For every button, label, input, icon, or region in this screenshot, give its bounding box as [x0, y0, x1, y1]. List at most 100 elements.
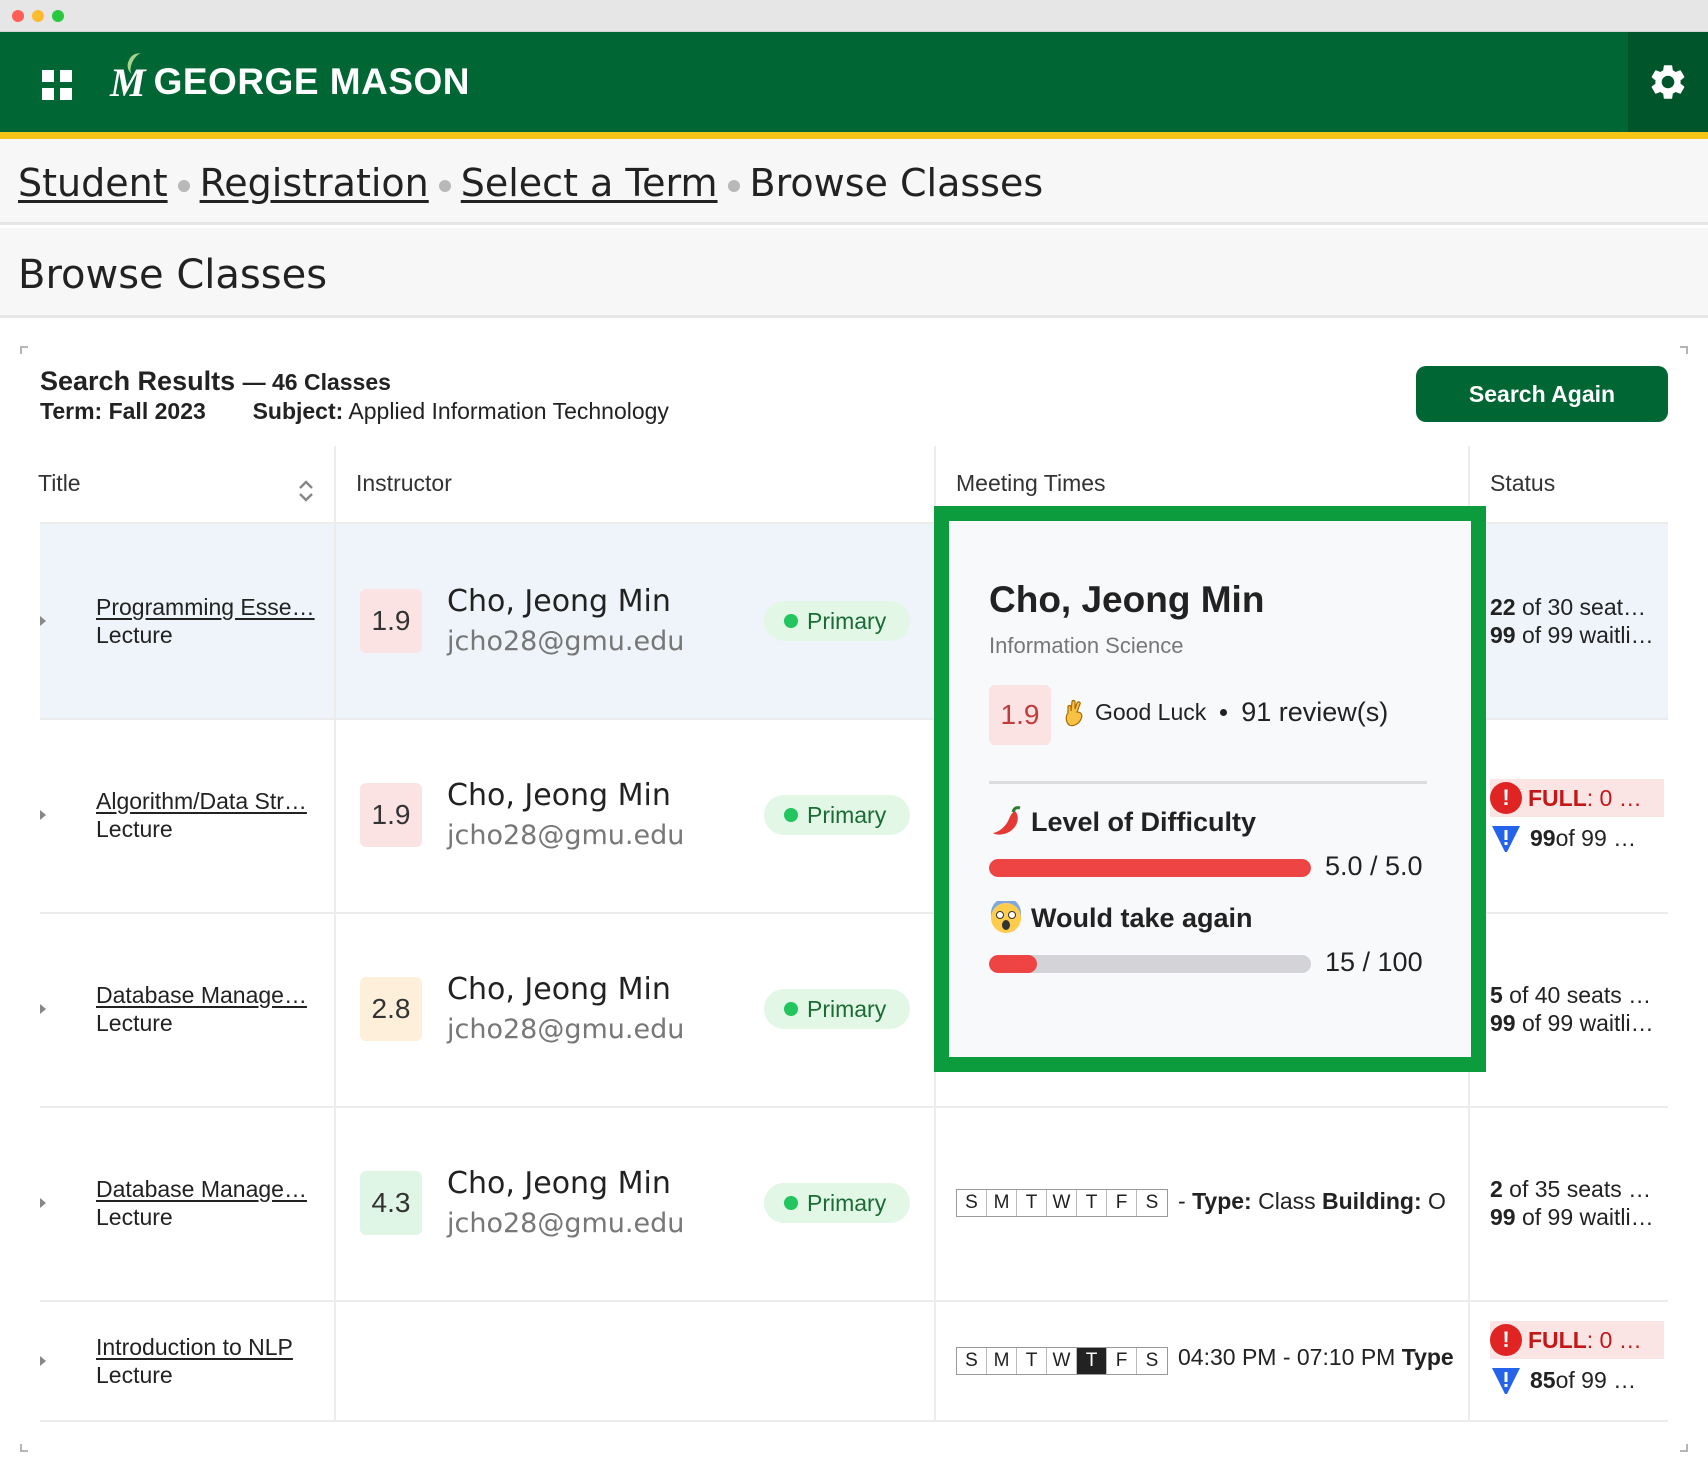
difficulty-value: 5.0 / 5.0	[1325, 851, 1423, 881]
primary-badge: Primary	[764, 601, 910, 641]
course-title-link[interactable]: Database Manage…	[96, 1176, 307, 1203]
expand-row-icon[interactable]	[40, 810, 46, 820]
close-window-button[interactable]	[12, 10, 24, 22]
instructor-name[interactable]: Cho, Jeong Min	[447, 972, 671, 1007]
day-friday: F	[1107, 1190, 1137, 1216]
waitlist-funnel-icon	[1492, 1368, 1520, 1394]
minimize-window-button[interactable]	[32, 10, 44, 22]
seats-status: 5 of 40 seats …	[1490, 982, 1652, 1008]
column-header-meeting-times[interactable]: Meeting Times	[956, 470, 1106, 497]
instructor-rating-popup: Cho, Jeong Min Information Science 1.9 G…	[934, 506, 1486, 1072]
sort-icon[interactable]	[296, 478, 316, 504]
window-titlebar	[0, 0, 1708, 32]
instructor-name[interactable]: Cho, Jeong Min	[447, 1166, 671, 1201]
waitlist-status: 99 of 99 waitli…	[1490, 622, 1654, 648]
review-count: 91 review(s)	[1241, 697, 1389, 727]
logo-mark: M	[110, 59, 146, 105]
instructor-email[interactable]: jcho28@gmu.edu	[447, 820, 684, 851]
course-title-link[interactable]: Algorithm/Data Str…	[96, 788, 307, 815]
row-divider	[40, 1300, 1668, 1302]
subject-value: Applied Information Technology	[348, 398, 669, 424]
instructor-rating-badge[interactable]: 1.9	[360, 783, 422, 847]
expand-row-icon[interactable]	[40, 616, 46, 626]
expand-row-icon[interactable]	[40, 1198, 46, 1208]
role-label: Primary	[807, 1189, 887, 1216]
full-status-badge: ! FULL: 0 …	[1490, 1321, 1664, 1359]
take-again-bar-fill	[989, 955, 1038, 973]
instructor-email[interactable]: jcho28@gmu.edu	[447, 1208, 684, 1239]
difficulty-bar-fill	[989, 859, 1311, 877]
day-tuesday: T	[1017, 1190, 1047, 1216]
instructor-rating-badge[interactable]: 1.9	[360, 589, 422, 653]
take-again-value: 15 / 100	[1325, 947, 1423, 977]
column-header-title[interactable]: Title	[38, 470, 81, 497]
instructor-email[interactable]: jcho28@gmu.edu	[447, 1014, 684, 1045]
course-title-link[interactable]: Introduction to NLP	[96, 1334, 293, 1361]
luck-text: Good Luck	[1095, 699, 1207, 725]
column-header-instructor[interactable]: Instructor	[356, 470, 452, 497]
difficulty-bar	[989, 859, 1311, 877]
breadcrumb-registration[interactable]: Registration	[200, 161, 429, 205]
instructor-email[interactable]: jcho28@gmu.edu	[447, 626, 684, 657]
full-text: : 0 …	[1586, 784, 1642, 811]
meeting-days: S M T W T F S	[956, 1347, 1168, 1375]
waitlist-status: 99 of 99 …	[1490, 822, 1636, 854]
apps-grid-icon[interactable]	[42, 70, 72, 100]
course-type: Lecture	[96, 1362, 173, 1388]
course-type: Lecture	[96, 622, 173, 648]
panel-corner	[1680, 1444, 1688, 1452]
maximize-window-button[interactable]	[52, 10, 64, 22]
meeting-details: 04:30 PM - 07:10 PM Type	[1178, 1344, 1454, 1370]
waitlist-status: 99 of 99 waitli…	[1490, 1010, 1654, 1036]
instructor-name[interactable]: Cho, Jeong Min	[447, 778, 671, 813]
meeting-time: 04:30 PM - 07:10 PM	[1178, 1344, 1402, 1370]
term-value: Fall 2023	[108, 398, 206, 424]
alert-icon: !	[1490, 782, 1522, 814]
subject-label: Subject:	[252, 398, 344, 424]
day-thursday: T	[1077, 1348, 1107, 1374]
status-dot	[784, 1196, 798, 1210]
term-label: Term:	[40, 398, 103, 424]
course-title-link[interactable]: Programming Esse…	[96, 594, 315, 621]
day-sunday: S	[957, 1190, 987, 1216]
popup-divider	[989, 781, 1427, 784]
panel-corner	[1680, 346, 1688, 354]
breadcrumb-select-term[interactable]: Select a Term	[461, 161, 718, 205]
full-label: FULL	[1528, 784, 1587, 811]
column-header-status[interactable]: Status	[1490, 470, 1555, 497]
day-friday: F	[1107, 1348, 1137, 1374]
gear-icon	[1651, 65, 1685, 99]
course-type: Lecture	[96, 816, 173, 842]
expand-row-icon[interactable]	[40, 1356, 46, 1366]
page-title: Browse Classes	[18, 252, 328, 298]
status-dot	[784, 808, 798, 822]
day-saturday: S	[1145, 1192, 1159, 1213]
day-wednesday: W	[1047, 1348, 1077, 1374]
chili-pepper-icon	[993, 806, 1021, 835]
popup-department: Information Science	[989, 633, 1184, 658]
course-title-link[interactable]: Database Manage…	[96, 982, 307, 1009]
results-count: — 46 Classes	[242, 369, 391, 395]
instructor-rating-badge[interactable]: 2.8	[360, 977, 422, 1041]
alert-icon: !	[1490, 1324, 1522, 1356]
course-type: Lecture	[96, 1010, 173, 1036]
row-divider	[40, 1106, 1668, 1108]
primary-badge: Primary	[764, 795, 910, 835]
day-tuesday: T	[1017, 1348, 1047, 1374]
expand-row-icon[interactable]	[40, 1004, 46, 1014]
george-mason-logo[interactable]: M GEORGE MASON	[110, 56, 470, 108]
breadcrumb-student[interactable]: Student	[18, 161, 168, 205]
search-again-button[interactable]: Search Again	[1416, 366, 1668, 422]
status-dot	[784, 614, 798, 628]
panel-corner	[20, 346, 28, 354]
instructor-rating-badge[interactable]: 4.3	[360, 1171, 422, 1235]
waitlist-status: 85 of 99 …	[1490, 1364, 1636, 1396]
day-monday: M	[987, 1190, 1017, 1216]
settings-button[interactable]	[1628, 32, 1708, 132]
instructor-name[interactable]: Cho, Jeong Min	[447, 584, 671, 619]
breadcrumb-separator	[438, 179, 451, 192]
seats-status: 22 of 30 seat…	[1490, 594, 1647, 620]
gold-accent-bar	[0, 132, 1708, 139]
screaming-face-icon	[991, 901, 1021, 933]
difficulty-label: Level of Difficulty	[989, 805, 1256, 839]
